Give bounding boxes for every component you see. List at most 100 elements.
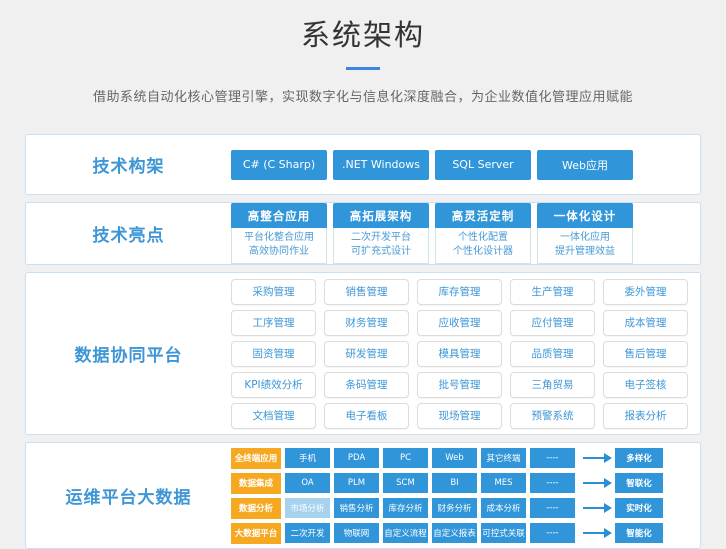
- ops-item-box: 市场分析: [285, 498, 330, 518]
- ops-item-box: ----: [530, 523, 575, 543]
- platform-module-chip: 电子看板: [324, 403, 409, 429]
- platform-module-chip: 销售管理: [324, 279, 409, 305]
- highlight-card-body: 一体化应用提升管理效益: [537, 228, 633, 264]
- page-subtitle: 借助系统自动化核心管理引擎，实现数字化与信息化深度融合，为企业数值化管理应用赋能: [0, 86, 726, 105]
- ops-flow-row: 数据集成OAPLMSCMBIMES----智联化: [231, 473, 700, 494]
- ops-result-box: 智能化: [615, 523, 663, 543]
- platform-module-chip: 研发管理: [324, 341, 409, 367]
- highlight-card-title: 高灵活定制: [435, 203, 531, 228]
- ops-item-box: BI: [432, 473, 477, 493]
- platform-module-chip: 售后管理: [603, 341, 688, 367]
- data-platform-label: 数据协同平台: [26, 341, 231, 366]
- ops-flow-row: 数据分析市场分析销售分析库存分析财务分析成本分析---- 实时化: [231, 498, 700, 519]
- platform-module-chip: 模具管理: [417, 341, 502, 367]
- highlight-card-line: 平台化整合应用: [232, 231, 326, 245]
- highlight-card-title: 高拓展架构: [333, 203, 429, 228]
- ops-item-box: ----: [530, 473, 575, 493]
- tech-highlights-cards: 高整合应用平台化整合应用高效协同作业高拓展架构二次开发平台可扩充式设计高灵活定制…: [231, 203, 700, 264]
- ops-category-badge: 大数据平台: [231, 523, 281, 544]
- highlight-card: 高灵活定制个性化配置个性化设计器: [435, 203, 531, 264]
- platform-module-chip: 成本管理: [603, 310, 688, 336]
- highlight-card-body: 平台化整合应用高效协同作业: [231, 228, 327, 264]
- platform-module-chip: 批号管理: [417, 372, 502, 398]
- tech-highlights-label: 技术亮点: [26, 221, 231, 246]
- section-tech-framework: 技术构架 C# (C Sharp).NET WindowsSQL ServerW…: [25, 134, 701, 195]
- ops-item-box: ----: [530, 448, 575, 468]
- ops-result-box: 智联化: [615, 473, 663, 493]
- ops-flow-row: 大数据平台二次开发物联网自定义流程自定义报表可控式关联----智能化: [231, 523, 700, 544]
- ops-item-box: 物联网: [334, 523, 379, 543]
- tech-framework-buttons: C# (C Sharp).NET WindowsSQL ServerWeb应用: [231, 150, 700, 180]
- framework-button: C# (C Sharp): [231, 150, 327, 180]
- highlight-card-title: 高整合应用: [231, 203, 327, 228]
- highlight-card-line: 高效协同作业: [232, 245, 326, 259]
- ops-category-badge: 全终端应用: [231, 448, 281, 469]
- page-title: 系统架构: [0, 12, 726, 54]
- highlight-card-line: 二次开发平台: [334, 231, 428, 245]
- platform-module-chip: 文档管理: [231, 403, 316, 429]
- platform-module-chip: 工序管理: [231, 310, 316, 336]
- framework-button: Web应用: [537, 150, 633, 180]
- highlight-card-line: 提升管理效益: [538, 245, 632, 259]
- ops-item-box: 财务分析: [432, 498, 477, 518]
- section-ops-platform: 运维平台大数据 全终端应用手机PDAPCWeb其它终端----多样化数据集成OA…: [25, 442, 701, 549]
- highlight-card: 一体化设计一体化应用提升管理效益: [537, 203, 633, 264]
- ops-item-box: 销售分析: [334, 498, 379, 518]
- highlight-card: 高整合应用平台化整合应用高效协同作业: [231, 203, 327, 264]
- ops-item-box: PDA: [334, 448, 379, 468]
- ops-platform-label: 运维平台大数据: [26, 483, 231, 508]
- platform-module-chip: 库存管理: [417, 279, 502, 305]
- platform-module-chip: 现场管理: [417, 403, 502, 429]
- platform-row: 工序管理财务管理应收管理应付管理成本管理: [231, 310, 700, 336]
- flow-arrow-icon: [583, 532, 605, 534]
- ops-item-box: 成本分析: [481, 498, 526, 518]
- ops-flow-row: 全终端应用手机PDAPCWeb其它终端----多样化: [231, 448, 700, 469]
- highlight-card-body: 二次开发平台可扩充式设计: [333, 228, 429, 264]
- platform-module-chip: 报表分析: [603, 403, 688, 429]
- platform-row: 固资管理研发管理模具管理品质管理售后管理: [231, 341, 700, 367]
- ops-category-badge: 数据分析: [231, 498, 281, 519]
- framework-button: .NET Windows: [333, 150, 429, 180]
- ops-item-box: 其它终端: [481, 448, 526, 468]
- platform-module-chip: 预警系统: [510, 403, 595, 429]
- highlight-card-line: 个性化设计器: [436, 245, 530, 259]
- highlight-card-body: 个性化配置个性化设计器: [435, 228, 531, 264]
- platform-row: KPI绩效分析条码管理批号管理三角贸易电子签核: [231, 372, 700, 398]
- platform-row: 采购管理销售管理库存管理生产管理委外管理: [231, 279, 700, 305]
- ops-item-box: 库存分析: [383, 498, 428, 518]
- ops-result-box: 多样化: [615, 448, 663, 468]
- highlight-card-line: 个性化配置: [436, 231, 530, 245]
- platform-module-chip: 电子签核: [603, 372, 688, 398]
- highlight-card-title: 一体化设计: [537, 203, 633, 228]
- flow-arrow-icon: [583, 482, 605, 484]
- highlight-card: 高拓展架构二次开发平台可扩充式设计: [333, 203, 429, 264]
- ops-item-box: PC: [383, 448, 428, 468]
- data-platform-grid: 采购管理销售管理库存管理生产管理委外管理工序管理财务管理应收管理应付管理成本管理…: [231, 279, 700, 429]
- ops-result-box: 实时化: [615, 498, 663, 518]
- page-header: 系统架构 借助系统自动化核心管理引擎，实现数字化与信息化深度融合，为企业数值化管…: [0, 0, 726, 105]
- ops-category-badge: 数据集成: [231, 473, 281, 494]
- ops-item-box: ----: [530, 498, 575, 518]
- ops-item-box: 可控式关联: [481, 523, 526, 543]
- platform-module-chip: 应付管理: [510, 310, 595, 336]
- platform-module-chip: 财务管理: [324, 310, 409, 336]
- platform-module-chip: 固资管理: [231, 341, 316, 367]
- framework-button: SQL Server: [435, 150, 531, 180]
- platform-module-chip: 品质管理: [510, 341, 595, 367]
- platform-row: 文档管理电子看板现场管理预警系统报表分析: [231, 403, 700, 429]
- platform-module-chip: 三角贸易: [510, 372, 595, 398]
- ops-item-box: MES: [481, 473, 526, 493]
- platform-module-chip: KPI绩效分析: [231, 372, 316, 398]
- ops-item-box: OA: [285, 473, 330, 493]
- flow-arrow-icon: [583, 457, 605, 459]
- tech-framework-label: 技术构架: [26, 152, 231, 177]
- section-data-platform: 数据协同平台 采购管理销售管理库存管理生产管理委外管理工序管理财务管理应收管理应…: [25, 272, 701, 435]
- platform-module-chip: 应收管理: [417, 310, 502, 336]
- ops-item-box: Web: [432, 448, 477, 468]
- sections-container: 技术构架 C# (C Sharp).NET WindowsSQL ServerW…: [25, 134, 701, 549]
- ops-item-box: PLM: [334, 473, 379, 493]
- platform-module-chip: 生产管理: [510, 279, 595, 305]
- title-divider: [346, 67, 380, 70]
- platform-module-chip: 条码管理: [324, 372, 409, 398]
- flow-arrow-icon: [583, 507, 605, 509]
